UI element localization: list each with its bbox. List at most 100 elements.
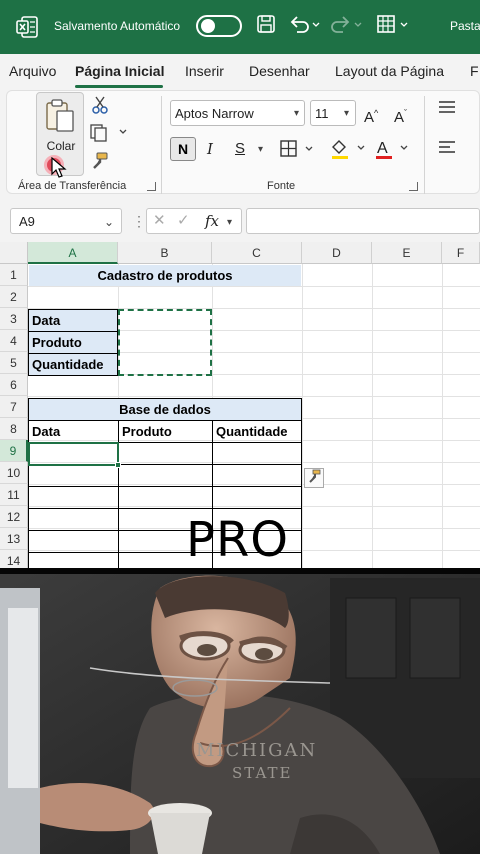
scissors-icon[interactable] [92, 96, 108, 119]
db-body-cell[interactable] [118, 464, 213, 487]
fill-handle[interactable] [115, 462, 121, 468]
column-header[interactable]: E [372, 242, 442, 264]
align-left-icon[interactable] [438, 140, 456, 161]
autosave-toggle[interactable] [196, 15, 242, 37]
row-header[interactable]: 9 [0, 440, 28, 462]
italic-button[interactable]: I [207, 139, 213, 159]
form-label-cell[interactable]: Data [28, 309, 118, 332]
svg-text:A: A [377, 140, 388, 157]
row-header[interactable]: 12 [0, 506, 28, 528]
font-color-icon[interactable]: A [374, 138, 414, 165]
db-body-cell[interactable] [118, 486, 213, 509]
gridline [302, 264, 303, 568]
tab-inserir[interactable]: Inserir [185, 63, 224, 79]
name-box-value: A9 [19, 214, 35, 229]
gridline [28, 396, 480, 397]
row-header[interactable]: 2 [0, 286, 28, 308]
excel-logo-icon[interactable] [16, 16, 38, 38]
gridline [372, 264, 373, 568]
db-body-cell[interactable] [28, 530, 119, 553]
ribbon-divider [161, 96, 162, 194]
font-name-select[interactable]: Aptos Narrow [170, 100, 305, 126]
row-header[interactable]: 8 [0, 418, 28, 440]
font-name-value: Aptos Narrow [175, 106, 254, 121]
tab-formulas[interactable]: F [470, 63, 479, 79]
file-name: Pasta [450, 19, 480, 33]
chevron-down-icon[interactable]: ▾ [227, 217, 232, 228]
row-header[interactable]: 3 [0, 308, 28, 330]
db-body-cell[interactable] [28, 508, 119, 531]
format-painter-icon[interactable] [90, 152, 108, 175]
clipboard-group-label: Área de Transferência [18, 180, 127, 192]
title-cell[interactable]: Cadastro de produtos [29, 265, 301, 286]
db-body-cell[interactable] [212, 486, 302, 509]
db-body-cell[interactable] [118, 442, 213, 465]
db-body-cell[interactable] [28, 552, 119, 568]
chevron-down-icon[interactable]: ▾ [258, 144, 263, 155]
mouse-cursor-icon [51, 157, 67, 178]
column-header[interactable]: D [302, 242, 372, 264]
underline-button[interactable]: S [235, 139, 245, 159]
row-header[interactable]: 5 [0, 352, 28, 374]
enter-icon[interactable]: ✓ [177, 211, 190, 231]
table-icon[interactable] [376, 14, 410, 40]
row-header[interactable]: 13 [0, 528, 28, 550]
insert-function-button[interactable]: fx [205, 211, 219, 231]
row-header[interactable]: 7 [0, 396, 28, 418]
form-label-cell[interactable]: Produto [28, 331, 118, 354]
db-header-cell[interactable]: Produto [118, 420, 213, 443]
chevron-down-icon[interactable]: ⌄ [104, 215, 114, 229]
db-body-cell[interactable] [28, 486, 119, 509]
title-bar: Salvamento Automático Pasta [0, 0, 480, 54]
tab-layout-da-pagina[interactable]: Layout da Página [335, 63, 444, 79]
character-illustration [0, 568, 480, 854]
db-header-cell[interactable]: Quantidade [212, 420, 302, 443]
align-top-icon[interactable] [438, 100, 456, 121]
form-label-cell[interactable]: Quantidade [28, 353, 118, 376]
row-header[interactable]: 6 [0, 374, 28, 396]
worksheet-grid[interactable]: A B C D E F 1 2 3 4 5 6 7 8 9 10 11 12 13 14 Cadastro… [0, 242, 480, 568]
redo-icon[interactable] [330, 14, 364, 40]
font-launcher-icon[interactable] [409, 182, 418, 191]
decrease-font-icon[interactable]: Aˇ [394, 103, 407, 128]
save-icon[interactable] [256, 14, 276, 40]
column-header[interactable]: C [212, 242, 302, 264]
borders-icon[interactable] [280, 140, 316, 163]
font-size-value: 11 [315, 106, 329, 121]
shirt-text-line: MICHIGAN [196, 740, 318, 761]
cancel-icon[interactable]: ✕ [153, 211, 166, 231]
column-header[interactable]: F [442, 242, 480, 264]
active-cell-a9[interactable] [28, 442, 119, 466]
undo-icon[interactable] [288, 14, 322, 40]
font-size-select[interactable]: 11 [310, 100, 356, 126]
chevron-down-icon[interactable]: ▾ [344, 108, 349, 119]
database-title-cell[interactable]: Base de dados [28, 398, 302, 421]
formula-input[interactable] [246, 208, 480, 234]
tab-arquivo[interactable]: Arquivo [9, 63, 56, 79]
gridline [442, 264, 443, 568]
paste-button[interactable]: Colar [36, 92, 84, 178]
row-header[interactable]: 14 [0, 550, 28, 568]
tab-desenhar[interactable]: Desenhar [249, 63, 310, 79]
column-header[interactable]: B [118, 242, 212, 264]
row-header[interactable]: 11 [0, 484, 28, 506]
column-header[interactable]: A [28, 242, 118, 264]
db-body-cell[interactable] [212, 442, 302, 465]
db-body-cell[interactable] [28, 464, 119, 487]
db-header-cell[interactable]: Data [28, 420, 119, 443]
select-all-corner[interactable] [0, 242, 28, 264]
row-header[interactable]: 10 [0, 462, 28, 484]
tab-pagina-inicial[interactable]: Página Inicial [75, 63, 164, 79]
paste-options-icon[interactable] [304, 468, 324, 488]
fill-color-icon[interactable] [330, 138, 370, 165]
db-body-cell[interactable] [212, 464, 302, 487]
autosave-label: Salvamento Automático [54, 19, 181, 33]
row-header[interactable]: 1 [0, 264, 28, 286]
row-header[interactable]: 4 [0, 330, 28, 352]
more-options-icon[interactable]: ⋮ [132, 213, 146, 230]
chevron-down-icon[interactable]: ▾ [294, 108, 299, 119]
clipboard-launcher-icon[interactable] [147, 182, 156, 191]
increase-font-icon[interactable]: A^ [364, 103, 378, 128]
bold-button[interactable]: N [170, 137, 196, 161]
copy-icon[interactable] [90, 124, 130, 147]
